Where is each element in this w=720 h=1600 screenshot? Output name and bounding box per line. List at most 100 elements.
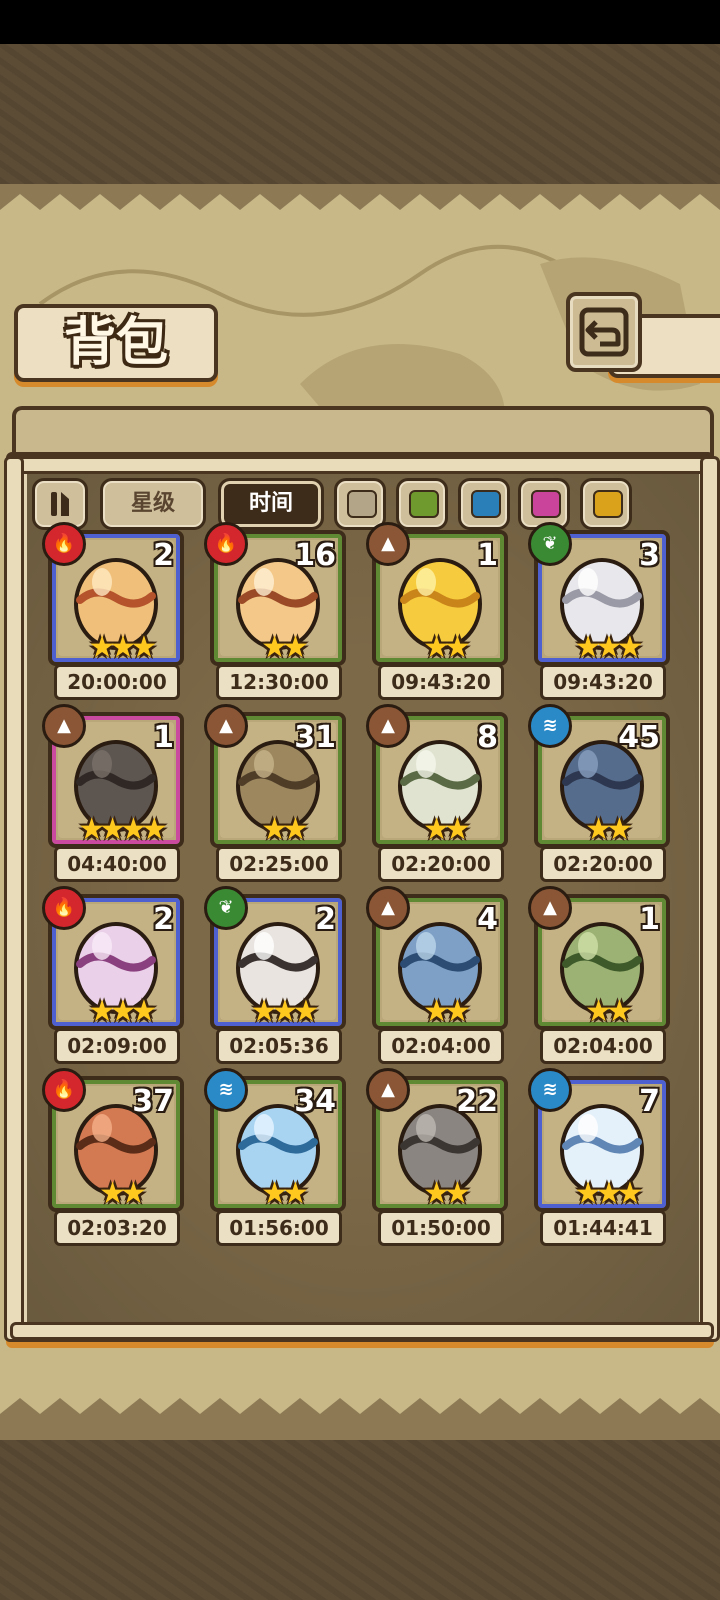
- hatch-timer: 09:43:20: [378, 664, 504, 700]
- fire-element-icon: 🔥: [42, 1068, 86, 1112]
- filter-yellow-button[interactable]: [580, 478, 632, 530]
- star-rating: ★★★: [88, 994, 158, 1029]
- star-rating: ★★★★: [78, 812, 168, 847]
- back-button[interactable]: [566, 292, 642, 372]
- egg-count: 1: [639, 902, 660, 937]
- hatch-timer: 02:04:00: [540, 1028, 666, 1064]
- earth-element-icon: ▲: [204, 704, 248, 748]
- egg-count: 22: [456, 1084, 498, 1119]
- hatch-timer: 09:43:20: [540, 664, 666, 700]
- hatch-timer: 02:04:00: [378, 1028, 504, 1064]
- star-rating: ★★: [99, 1176, 147, 1211]
- filter-all-button[interactable]: [334, 478, 386, 530]
- egg-count: 45: [618, 720, 660, 755]
- star-rating: ★★: [423, 994, 471, 1029]
- egg-slot[interactable]: 2 ★★★ ❦ 02:05:36: [204, 886, 346, 1078]
- pause-toggle-icon: [51, 492, 69, 516]
- sort-by-time-button[interactable]: 时间: [218, 478, 324, 530]
- leaf-element-icon: ❦: [204, 886, 248, 930]
- egg-count: 7: [639, 1084, 660, 1119]
- swatch-neutral: [347, 490, 377, 518]
- egg-count: 1: [153, 720, 174, 755]
- frame-rod-bottom: [10, 1322, 714, 1340]
- egg-count: 3: [639, 538, 660, 573]
- earth-element-icon: ▲: [366, 522, 410, 566]
- star-rating: ★★: [261, 630, 309, 665]
- sort-by-star-button[interactable]: 星级: [100, 478, 206, 530]
- fire-element-icon: 🔥: [42, 522, 86, 566]
- hatch-timer: 20:00:00: [54, 664, 180, 700]
- hatch-timer: 02:03:20: [54, 1210, 180, 1246]
- star-rating: ★★★: [574, 630, 644, 665]
- return-arrow-icon: [579, 307, 629, 357]
- egg-slot[interactable]: 8 ★★ ▲ 02:20:00: [366, 704, 508, 896]
- egg-count: 8: [477, 720, 498, 755]
- star-rating: ★★: [261, 1176, 309, 1211]
- page-title: 背包: [63, 313, 168, 373]
- frame-rod-right: [700, 456, 720, 1342]
- earth-element-icon: ▲: [528, 886, 572, 930]
- water-element-icon: ≋: [528, 704, 572, 748]
- hatch-timer: 02:25:00: [216, 846, 342, 882]
- egg-count: 2: [153, 902, 174, 937]
- fire-element-icon: 🔥: [42, 886, 86, 930]
- bottom-map-band: [0, 1440, 720, 1600]
- egg-slot[interactable]: 4 ★★ ▲ 02:04:00: [366, 886, 508, 1078]
- egg-count: 2: [315, 902, 336, 937]
- hatch-timer: 04:40:00: [54, 846, 180, 882]
- star-rating: ★★: [423, 812, 471, 847]
- hatch-timer: 01:50:00: [378, 1210, 504, 1246]
- swatch-yellow: [593, 490, 623, 518]
- egg-slot[interactable]: 1 ★★ ▲ 09:43:20: [366, 522, 508, 714]
- egg-slot[interactable]: 7 ★★★ ≋ 01:44:41: [528, 1068, 670, 1260]
- egg-slot[interactable]: 34 ★★ ≋ 01:56:00: [204, 1068, 346, 1260]
- hatch-timer: 01:44:41: [540, 1210, 666, 1246]
- egg-count: 4: [477, 902, 498, 937]
- egg-count: 34: [294, 1084, 336, 1119]
- hatch-timer: 02:20:00: [378, 846, 504, 882]
- egg-slot[interactable]: 22 ★★ ▲ 01:50:00: [366, 1068, 508, 1260]
- egg-slot[interactable]: 16 ★★ 🔥 12:30:00: [204, 522, 346, 714]
- egg-count: 16: [294, 538, 336, 573]
- star-rating: ★★★: [88, 630, 158, 665]
- top-map-band: [0, 44, 720, 184]
- frame-rod-top: [10, 456, 714, 474]
- frame-rod-left: [4, 456, 24, 1342]
- fire-element-icon: 🔥: [204, 522, 248, 566]
- egg-slot[interactable]: 3 ★★★ ❦ 09:43:20: [528, 522, 670, 714]
- hatch-timer: 12:30:00: [216, 664, 342, 700]
- title-tab: 背包: [14, 304, 218, 382]
- egg-count: 2: [153, 538, 174, 573]
- hatch-timer: 01:56:00: [216, 1210, 342, 1246]
- egg-count: 37: [132, 1084, 174, 1119]
- egg-slot[interactable]: 45 ★★ ≋ 02:20:00: [528, 704, 670, 896]
- earth-element-icon: ▲: [366, 886, 410, 930]
- status-bar: [0, 0, 720, 44]
- hatch-timer: 02:09:00: [54, 1028, 180, 1064]
- hatch-timer: 02:20:00: [540, 846, 666, 882]
- egg-slot[interactable]: 31 ★★ ▲ 02:25:00: [204, 704, 346, 896]
- earth-element-icon: ▲: [366, 1068, 410, 1112]
- swatch-blue: [471, 490, 501, 518]
- earth-element-icon: ▲: [42, 704, 86, 748]
- star-rating: ★★: [423, 630, 471, 665]
- filter-blue-button[interactable]: [458, 478, 510, 530]
- egg-slot[interactable]: 2 ★★★ 🔥 20:00:00: [42, 522, 184, 714]
- water-element-icon: ≋: [204, 1068, 248, 1112]
- star-rating: ★★★: [250, 994, 320, 1029]
- swatch-green: [409, 490, 439, 518]
- egg-slot[interactable]: 2 ★★★ 🔥 02:09:00: [42, 886, 184, 1078]
- water-element-icon: ≋: [528, 1068, 572, 1112]
- egg-slot[interactable]: 1 ★★ ▲ 02:04:00: [528, 886, 670, 1078]
- filter-green-button[interactable]: [396, 478, 448, 530]
- star-rating: ★★: [585, 812, 633, 847]
- egg-slot[interactable]: 37 ★★ 🔥 02:03:20: [42, 1068, 184, 1260]
- star-rating: ★★: [261, 812, 309, 847]
- swatch-pink: [531, 490, 561, 518]
- egg-slot[interactable]: 1 ★★★★ ▲ 04:40:00: [42, 704, 184, 896]
- star-rating: ★★: [585, 994, 633, 1029]
- egg-count: 31: [294, 720, 336, 755]
- egg-count: 1: [477, 538, 498, 573]
- earth-element-icon: ▲: [366, 704, 410, 748]
- hatch-timer: 02:05:36: [216, 1028, 342, 1064]
